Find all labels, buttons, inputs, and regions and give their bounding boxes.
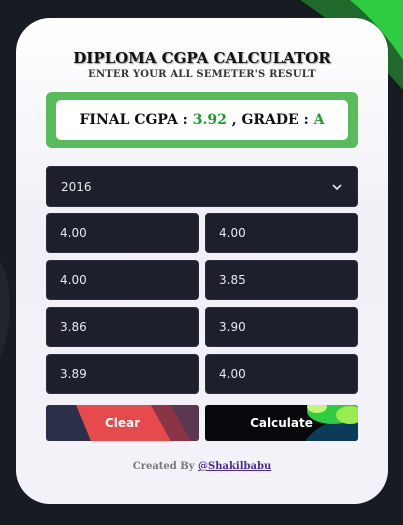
semester-7-input[interactable]: 3.89 — [46, 354, 199, 394]
semester-3-input[interactable]: 4.00 — [46, 260, 199, 300]
semester-6-value: 3.90 — [219, 320, 246, 334]
footer-credit: Created By @Shakilbabu — [16, 461, 388, 472]
result-panel: FINAL CGPA : 3.92 , GRADE : A — [46, 92, 358, 148]
clear-button[interactable]: Clear — [46, 405, 199, 441]
regulation-select-value: 2016 — [61, 179, 92, 194]
calculate-button-label: Calculate — [250, 416, 313, 430]
grade-value: A — [313, 112, 325, 128]
cgpa-label: FINAL CGPA : — [79, 112, 188, 128]
cgpa-value: 3.92 — [192, 112, 227, 128]
semester-4-value: 3.85 — [219, 273, 246, 287]
regulation-select[interactable]: 2016 — [46, 166, 358, 207]
semester-8-value: 4.00 — [219, 367, 246, 381]
semester-2-input[interactable]: 4.00 — [205, 213, 358, 253]
result-display: FINAL CGPA : 3.92 , GRADE : A — [56, 100, 348, 140]
page-subtitle: ENTER YOUR ALL SEMETER'S RESULT — [88, 69, 316, 80]
semester-1-value: 4.00 — [60, 226, 87, 240]
semester-5-input[interactable]: 3.86 — [46, 307, 199, 347]
grade-label: , GRADE : — [231, 112, 309, 128]
semester-2-value: 4.00 — [219, 226, 246, 240]
semester-6-input[interactable]: 3.90 — [205, 307, 358, 347]
semester-7-value: 3.89 — [60, 367, 87, 381]
author-link[interactable]: @Shakilbabu — [198, 461, 271, 472]
calculate-button[interactable]: Calculate — [205, 405, 358, 441]
semester-3-value: 4.00 — [60, 273, 87, 287]
semester-8-input[interactable]: 4.00 — [205, 354, 358, 394]
semester-5-value: 3.86 — [60, 320, 87, 334]
semester-1-input[interactable]: 4.00 — [46, 213, 199, 253]
created-by-text: Created By — [132, 461, 195, 472]
calculator-card: DIPLOMA CGPA CALCULATOR ENTER YOUR ALL S… — [16, 18, 388, 504]
semester-4-input[interactable]: 3.85 — [205, 260, 358, 300]
chevron-down-icon — [332, 183, 342, 190]
page-title: DIPLOMA CGPA CALCULATOR — [73, 49, 331, 67]
clear-button-label: Clear — [104, 416, 141, 430]
